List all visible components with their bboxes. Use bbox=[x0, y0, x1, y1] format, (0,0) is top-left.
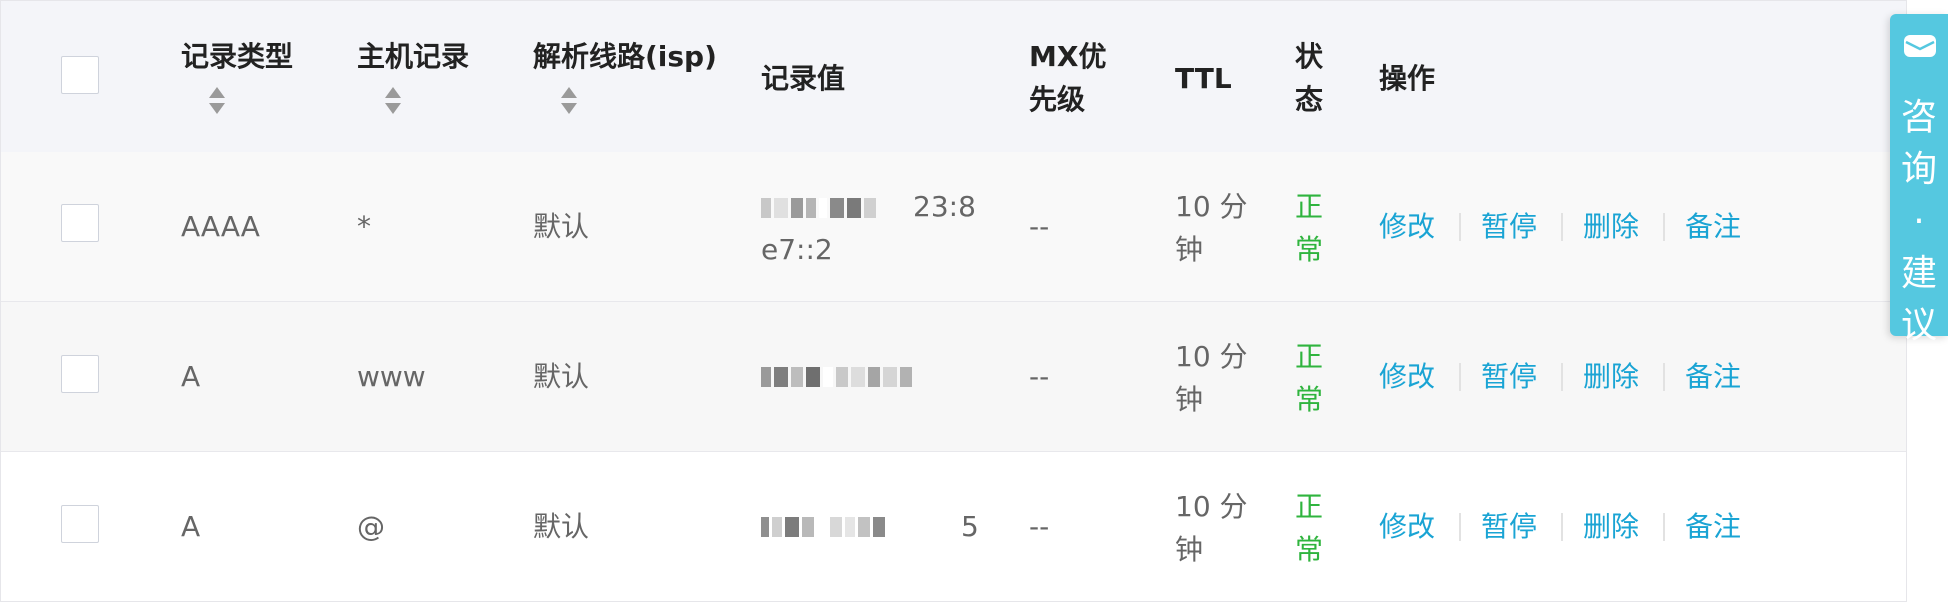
pause-link[interactable]: 暂停 bbox=[1481, 505, 1537, 548]
record-value-line2: e7::2 bbox=[761, 233, 833, 266]
pause-link[interactable]: 暂停 bbox=[1481, 355, 1537, 398]
col-mx-priority-line2: 先级 bbox=[1029, 83, 1086, 116]
masked-record-value bbox=[761, 195, 876, 221]
col-status-line1: 状 bbox=[1295, 40, 1324, 73]
chat-bubble-icon bbox=[1904, 35, 1936, 57]
status-line2: 常 bbox=[1295, 233, 1324, 266]
status-line2: 常 bbox=[1295, 533, 1324, 566]
table-row: AAAA * 默认 23:8 e7::2 -- 10 分 钟 正 常 修改 暂停… bbox=[1, 152, 1906, 302]
action-separator bbox=[1459, 363, 1461, 391]
record-type: AAAA bbox=[181, 210, 260, 243]
status-line2: 常 bbox=[1295, 383, 1324, 416]
action-separator bbox=[1663, 213, 1665, 241]
host-record: * bbox=[357, 210, 371, 243]
masked-record-value bbox=[761, 364, 912, 390]
col-status-line2: 态 bbox=[1295, 83, 1324, 116]
isp-line: 默认 bbox=[533, 510, 590, 543]
delete-link[interactable]: 删除 bbox=[1583, 505, 1639, 548]
action-separator bbox=[1663, 363, 1665, 391]
consult-label: 咨 询 · 建 议 bbox=[1900, 97, 1937, 346]
dns-records-table: 记录类型 主机记录 解析线路(isp) 记录值 MX优 先级 TTL 状 态 操… bbox=[0, 0, 1907, 602]
row-checkbox[interactable] bbox=[61, 355, 99, 393]
row-checkbox[interactable] bbox=[61, 505, 99, 543]
col-mx-priority-line1: MX优 bbox=[1029, 40, 1107, 73]
record-value-line1: 23:8 bbox=[913, 190, 976, 223]
table-header: 记录类型 主机记录 解析线路(isp) 记录值 MX优 先级 TTL 状 态 操… bbox=[1, 1, 1906, 153]
note-link[interactable]: 备注 bbox=[1685, 505, 1741, 548]
modify-link[interactable]: 修改 bbox=[1379, 355, 1435, 398]
host-record: @ bbox=[357, 510, 385, 543]
note-link[interactable]: 备注 bbox=[1685, 355, 1741, 398]
action-separator bbox=[1561, 213, 1563, 241]
isp-line: 默认 bbox=[533, 360, 590, 393]
host-record: www bbox=[357, 360, 426, 393]
mx-priority: -- bbox=[1029, 360, 1050, 393]
sort-host-record-icon[interactable] bbox=[383, 85, 403, 119]
ttl-line1: 10 分 bbox=[1175, 490, 1248, 523]
action-separator bbox=[1561, 363, 1563, 391]
status-line1: 正 bbox=[1295, 340, 1324, 373]
record-value-tail: 5 bbox=[961, 510, 979, 543]
consult-feedback-tab[interactable]: 咨 询 · 建 议 bbox=[1890, 14, 1948, 346]
sort-record-type-icon[interactable] bbox=[207, 85, 227, 119]
ttl-line2: 钟 bbox=[1175, 383, 1204, 416]
masked-record-value bbox=[761, 514, 885, 540]
mx-priority: -- bbox=[1029, 210, 1050, 243]
action-separator bbox=[1663, 513, 1665, 541]
sort-isp-line-icon[interactable] bbox=[559, 85, 579, 119]
modify-link[interactable]: 修改 bbox=[1379, 205, 1435, 248]
record-type: A bbox=[181, 510, 201, 543]
col-isp-line: 解析线路(isp) bbox=[533, 40, 717, 73]
isp-line: 默认 bbox=[533, 210, 590, 243]
status-line1: 正 bbox=[1295, 190, 1324, 223]
action-separator bbox=[1459, 213, 1461, 241]
action-separator bbox=[1561, 513, 1563, 541]
mx-priority: -- bbox=[1029, 510, 1050, 543]
col-host-record: 主机记录 bbox=[357, 40, 470, 73]
modify-link[interactable]: 修改 bbox=[1379, 505, 1435, 548]
ttl-line1: 10 分 bbox=[1175, 190, 1248, 223]
action-separator bbox=[1459, 513, 1461, 541]
ttl-line1: 10 分 bbox=[1175, 340, 1248, 373]
pause-link[interactable]: 暂停 bbox=[1481, 205, 1537, 248]
table-row: A www 默认 -- 10 分 钟 正 常 修改 暂停 删除 备注 bbox=[1, 302, 1906, 452]
ttl-line2: 钟 bbox=[1175, 533, 1204, 566]
record-type: A bbox=[181, 360, 201, 393]
delete-link[interactable]: 删除 bbox=[1583, 205, 1639, 248]
select-all-checkbox[interactable] bbox=[61, 56, 99, 94]
col-ttl: TTL bbox=[1175, 62, 1232, 95]
status-line1: 正 bbox=[1295, 490, 1324, 523]
row-checkbox[interactable] bbox=[61, 204, 99, 242]
col-record-value: 记录值 bbox=[761, 62, 846, 95]
col-actions: 操作 bbox=[1379, 62, 1436, 95]
note-link[interactable]: 备注 bbox=[1685, 205, 1741, 248]
delete-link[interactable]: 删除 bbox=[1583, 355, 1639, 398]
table-row: A @ 默认 5 -- 10 分 钟 正 常 修改 暂停 删除 备注 bbox=[1, 452, 1906, 601]
ttl-line2: 钟 bbox=[1175, 233, 1204, 266]
col-record-type: 记录类型 bbox=[181, 40, 294, 73]
